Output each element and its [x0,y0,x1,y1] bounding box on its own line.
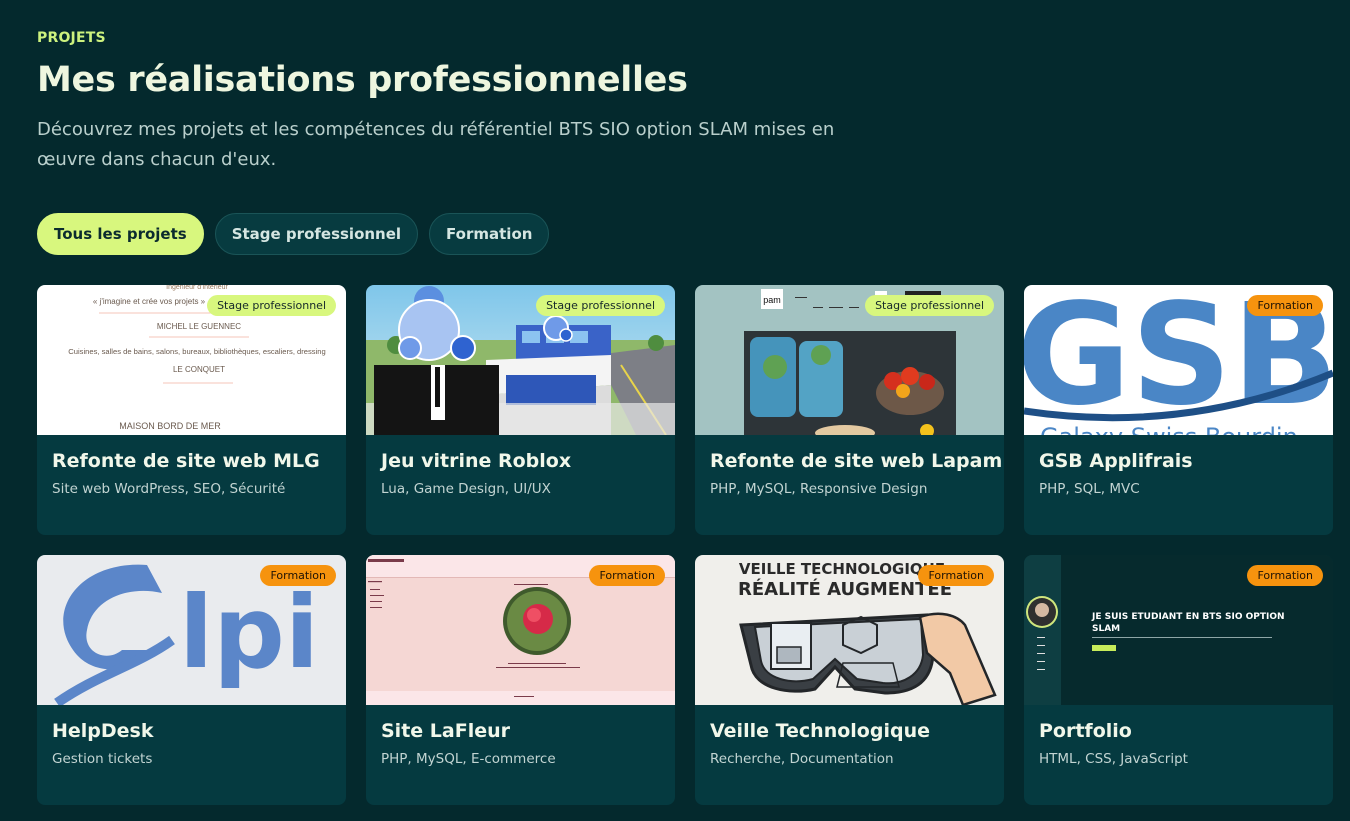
thumb-text: Cuisines, salles de bains, salons, burea… [68,347,326,356]
thumb-text: MAISON BORD DE MER [119,421,221,431]
project-title: Veille Technologique [710,720,930,742]
filter-all-projects[interactable]: Tous les projets [37,213,204,255]
category-badge: Formation [1247,565,1323,586]
project-card-mlg[interactable]: Ingénieur d'intérieur « j'imagine et cré… [37,285,346,535]
project-card-helpdesk[interactable]: lpi Formation HelpDesk Gestion tickets [37,555,346,805]
project-tags: PHP, MySQL, E-commerce [381,751,556,767]
thumb-text: « j'imagine et crée vos projets » [93,297,206,306]
page-subtitle: Découvrez mes projets et les compétences… [37,119,835,170]
glpi-logo-text: lpi [179,574,319,691]
project-title: Jeu vitrine Roblox [381,450,572,472]
project-title: HelpDesk [52,720,154,742]
category-badge: Formation [589,565,665,586]
project-card-veille[interactable]: VEILLE TECHNOLOGIQUE RÉALITÉ AUGMENTÉE F… [695,555,1004,805]
thumb-heading: VEILLE TECHNOLOGIQUE [739,560,945,578]
projects-grid: Ingénieur d'intérieur « j'imagine et cré… [37,285,1333,805]
section-eyebrow: PROJETS [37,30,106,46]
project-title: GSB Applifrais [1039,450,1193,472]
project-title: Refonte de site web MLG [52,450,320,472]
project-card-portfolio[interactable]: JE SUIS ETUDIANT EN BTS SIO OPTION SLAM … [1024,555,1333,805]
filter-bar: Tous les projets Stage professionnel For… [37,213,550,255]
project-title: Portfolio [1039,720,1132,742]
filter-internship[interactable]: Stage professionnel [214,213,419,255]
thumb-text: LE CONQUET [173,365,225,374]
project-tags: Site web WordPress, SEO, Sécurité [52,481,286,497]
project-tags: Lua, Game Design, UI/UX [381,481,551,497]
project-card-gsb[interactable]: GSB Galaxy Swiss Bourdin Formation GSB A… [1024,285,1333,535]
project-tags: Recherche, Documentation [710,751,894,767]
page-title: Mes réalisations professionnelles [37,60,688,100]
category-badge: Formation [918,565,994,586]
project-tags: HTML, CSS, JavaScript [1039,751,1188,767]
category-badge: Stage professionnel [536,295,665,316]
category-badge: Stage professionnel [207,295,336,316]
project-tags: PHP, MySQL, Responsive Design [710,481,928,497]
thumb-heading: JE SUIS ETUDIANT EN BTS SIO OPTION [1091,612,1285,622]
project-card-lafleur[interactable]: Formation Site LaFleur PHP, MySQL, E-com… [366,555,675,805]
gsb-caption: Galaxy Swiss Bourdin [1040,423,1298,435]
thumb-heading: SLAM [1092,624,1120,634]
project-card-lapam[interactable]: pam Stage professionnel Refonte de site [695,285,1004,535]
category-badge: Formation [260,565,336,586]
category-badge: Stage professionnel [865,295,994,316]
project-card-roblox[interactable]: Stage professionnel Jeu vitrine Roblox L… [366,285,675,535]
project-tags: Gestion tickets [52,751,153,767]
filter-training[interactable]: Formation [429,213,550,255]
project-title: Site LaFleur [381,720,510,742]
project-title: Refonte de site web Lapam [710,450,1003,472]
svg-text:Ingénieur d'intérieur: Ingénieur d'intérieur [166,285,228,291]
thumb-text: MICHEL LE GUENNEC [157,322,241,331]
category-badge: Formation [1247,295,1323,316]
lapam-logo: pam [763,295,781,305]
project-tags: PHP, SQL, MVC [1039,481,1140,497]
